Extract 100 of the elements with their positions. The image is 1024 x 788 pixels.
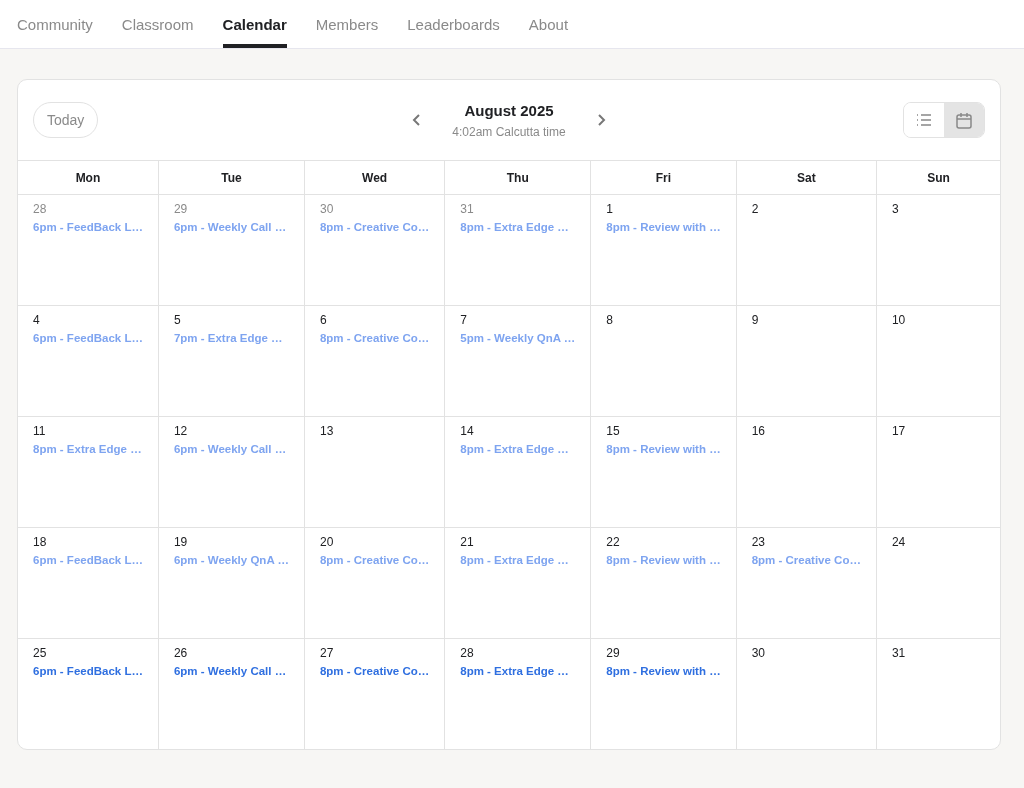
local-time: 4:02am Calcutta time	[452, 124, 566, 139]
day-cell[interactable]: 19 6pm - Weekly QnA …	[158, 527, 305, 638]
day-number: 15	[606, 424, 620, 438]
day-cell[interactable]: 28 6pm - FeedBack L…	[18, 194, 159, 305]
day-cell[interactable]: 15 8pm - Review with …	[591, 416, 737, 527]
day-cell[interactable]: 14 8pm - Extra Edge …	[445, 416, 592, 527]
nav-tab[interactable]: Community	[17, 0, 93, 48]
day-cell[interactable]: 16	[736, 416, 877, 527]
event-link[interactable]: 8pm - Review with …	[606, 221, 721, 233]
event-link[interactable]: 6pm - FeedBack L…	[33, 665, 143, 677]
event-link[interactable]: 6pm - Weekly Call …	[173, 221, 287, 233]
event-link[interactable]: 8pm - Creative Co…	[751, 554, 861, 566]
day-number: 14	[460, 424, 474, 438]
day-number: 13	[319, 424, 334, 438]
weekday-header: Mon	[18, 160, 159, 194]
day-cell[interactable]: 29 8pm - Review with …	[591, 638, 737, 749]
day-number: 31	[891, 646, 906, 660]
event-link[interactable]: 7pm - Extra Edge …	[173, 332, 283, 344]
nav-tab[interactable]: Members	[315, 0, 379, 48]
event-link[interactable]: 8pm - Extra Edge …	[460, 554, 569, 566]
day-cell[interactable]: 17	[876, 416, 1000, 527]
day-number: 27	[319, 646, 334, 660]
day-number: 12	[173, 424, 188, 438]
day-cell[interactable]: 3	[876, 194, 1000, 305]
day-number: 2	[751, 202, 759, 216]
event-link[interactable]: 8pm - Review with …	[606, 443, 721, 455]
day-cell[interactable]: 13	[304, 416, 446, 527]
day-number: 21	[460, 535, 474, 549]
today-button[interactable]: Today	[33, 102, 99, 138]
day-cell[interactable]: 28 8pm - Extra Edge …	[445, 638, 592, 749]
chevron-right-icon[interactable]	[595, 113, 606, 127]
event-link[interactable]: 5pm - Weekly QnA …	[460, 332, 576, 344]
day-cell[interactable]: 31 8pm - Extra Edge …	[445, 194, 592, 305]
month-title: August 2025	[464, 101, 554, 119]
event-link[interactable]: 8pm - Extra Edge …	[460, 221, 569, 233]
day-number: 22	[606, 535, 620, 549]
day-cell[interactable]: 7 5pm - Weekly QnA …	[445, 305, 592, 416]
nav-tab[interactable]: Leaderboards	[407, 0, 500, 48]
nav-tab[interactable]: About	[528, 0, 569, 48]
event-link[interactable]: 8pm - Creative Co…	[319, 554, 430, 566]
day-cell[interactable]: 10	[876, 305, 1000, 416]
day-number: 1	[606, 202, 613, 216]
event-link[interactable]: 6pm - Weekly Call …	[173, 665, 287, 677]
day-cell[interactable]: 21 8pm - Extra Edge …	[445, 527, 592, 638]
weekday-header: Thu	[445, 160, 592, 194]
weekday-header: Tue	[158, 160, 305, 194]
day-cell[interactable]: 27 8pm - Creative Co…	[304, 638, 446, 749]
nav-tab[interactable]: Calendar	[222, 0, 287, 48]
day-cell[interactable]: 11 8pm - Extra Edge …	[18, 416, 159, 527]
day-cell[interactable]: 1 8pm - Review with …	[591, 194, 737, 305]
day-cell[interactable]: 2	[736, 194, 877, 305]
day-cell[interactable]: 9	[736, 305, 877, 416]
day-cell[interactable]: 22 8pm - Review with …	[591, 527, 737, 638]
event-link[interactable]: 8pm - Creative Co…	[319, 221, 430, 233]
day-cell[interactable]: 26 6pm - Weekly Call …	[158, 638, 305, 749]
day-cell[interactable]: 30	[736, 638, 877, 749]
weekday-header: Fri	[591, 160, 737, 194]
day-number: 23	[751, 535, 765, 549]
weekday-header: Wed	[304, 160, 446, 194]
event-link[interactable]: 6pm - Weekly Call …	[173, 443, 287, 455]
day-number: 5	[173, 313, 181, 327]
day-cell[interactable]: 24	[876, 527, 1000, 638]
event-link[interactable]: 8pm - Extra Edge …	[460, 443, 569, 455]
day-cell[interactable]: 6 8pm - Creative Co…	[304, 305, 446, 416]
day-cell[interactable]: 5 7pm - Extra Edge …	[158, 305, 305, 416]
day-cell[interactable]: 12 6pm - Weekly Call …	[158, 416, 305, 527]
day-cell[interactable]: 23 8pm - Creative Co…	[736, 527, 877, 638]
event-link[interactable]: 8pm - Creative Co…	[319, 332, 430, 344]
day-number: 29	[606, 646, 620, 660]
day-cell[interactable]: 20 8pm - Creative Co…	[304, 527, 446, 638]
list-icon	[916, 114, 932, 126]
day-cell[interactable]: 4 6pm - FeedBack L…	[18, 305, 159, 416]
chevron-left-icon[interactable]	[412, 113, 423, 127]
event-link[interactable]: 8pm - Review with …	[606, 554, 721, 566]
day-cell[interactable]: 30 8pm - Creative Co…	[304, 194, 446, 305]
event-link[interactable]: 6pm - FeedBack L…	[33, 332, 143, 344]
day-number: 18	[33, 535, 47, 549]
day-cell[interactable]: 29 6pm - Weekly Call …	[158, 194, 305, 305]
day-number: 16	[751, 424, 765, 438]
day-number: 10	[891, 313, 906, 327]
day-number: 8	[606, 313, 613, 327]
day-number: 11	[33, 424, 46, 438]
event-link[interactable]: 6pm - FeedBack L…	[33, 221, 143, 233]
event-link[interactable]: 8pm - Extra Edge …	[460, 665, 569, 677]
day-number: 3	[891, 202, 899, 216]
event-link[interactable]: 6pm - Weekly QnA …	[173, 554, 289, 566]
day-number: 31	[460, 202, 474, 216]
weekday-header: Sat	[736, 160, 877, 194]
event-link[interactable]: 6pm - FeedBack L…	[33, 554, 143, 566]
day-cell[interactable]: 25 6pm - FeedBack L…	[18, 638, 159, 749]
day-number: 28	[460, 646, 474, 660]
day-cell[interactable]: 8	[591, 305, 737, 416]
day-cell[interactable]: 18 6pm - FeedBack L…	[18, 527, 159, 638]
day-number: 25	[33, 646, 47, 660]
day-number: 17	[891, 424, 906, 438]
event-link[interactable]: 8pm - Review with …	[606, 665, 721, 677]
nav-tab[interactable]: Classroom	[121, 0, 194, 48]
day-cell[interactable]: 31	[876, 638, 1000, 749]
event-link[interactable]: 8pm - Extra Edge …	[33, 443, 142, 455]
event-link[interactable]: 8pm - Creative Co…	[319, 665, 430, 677]
